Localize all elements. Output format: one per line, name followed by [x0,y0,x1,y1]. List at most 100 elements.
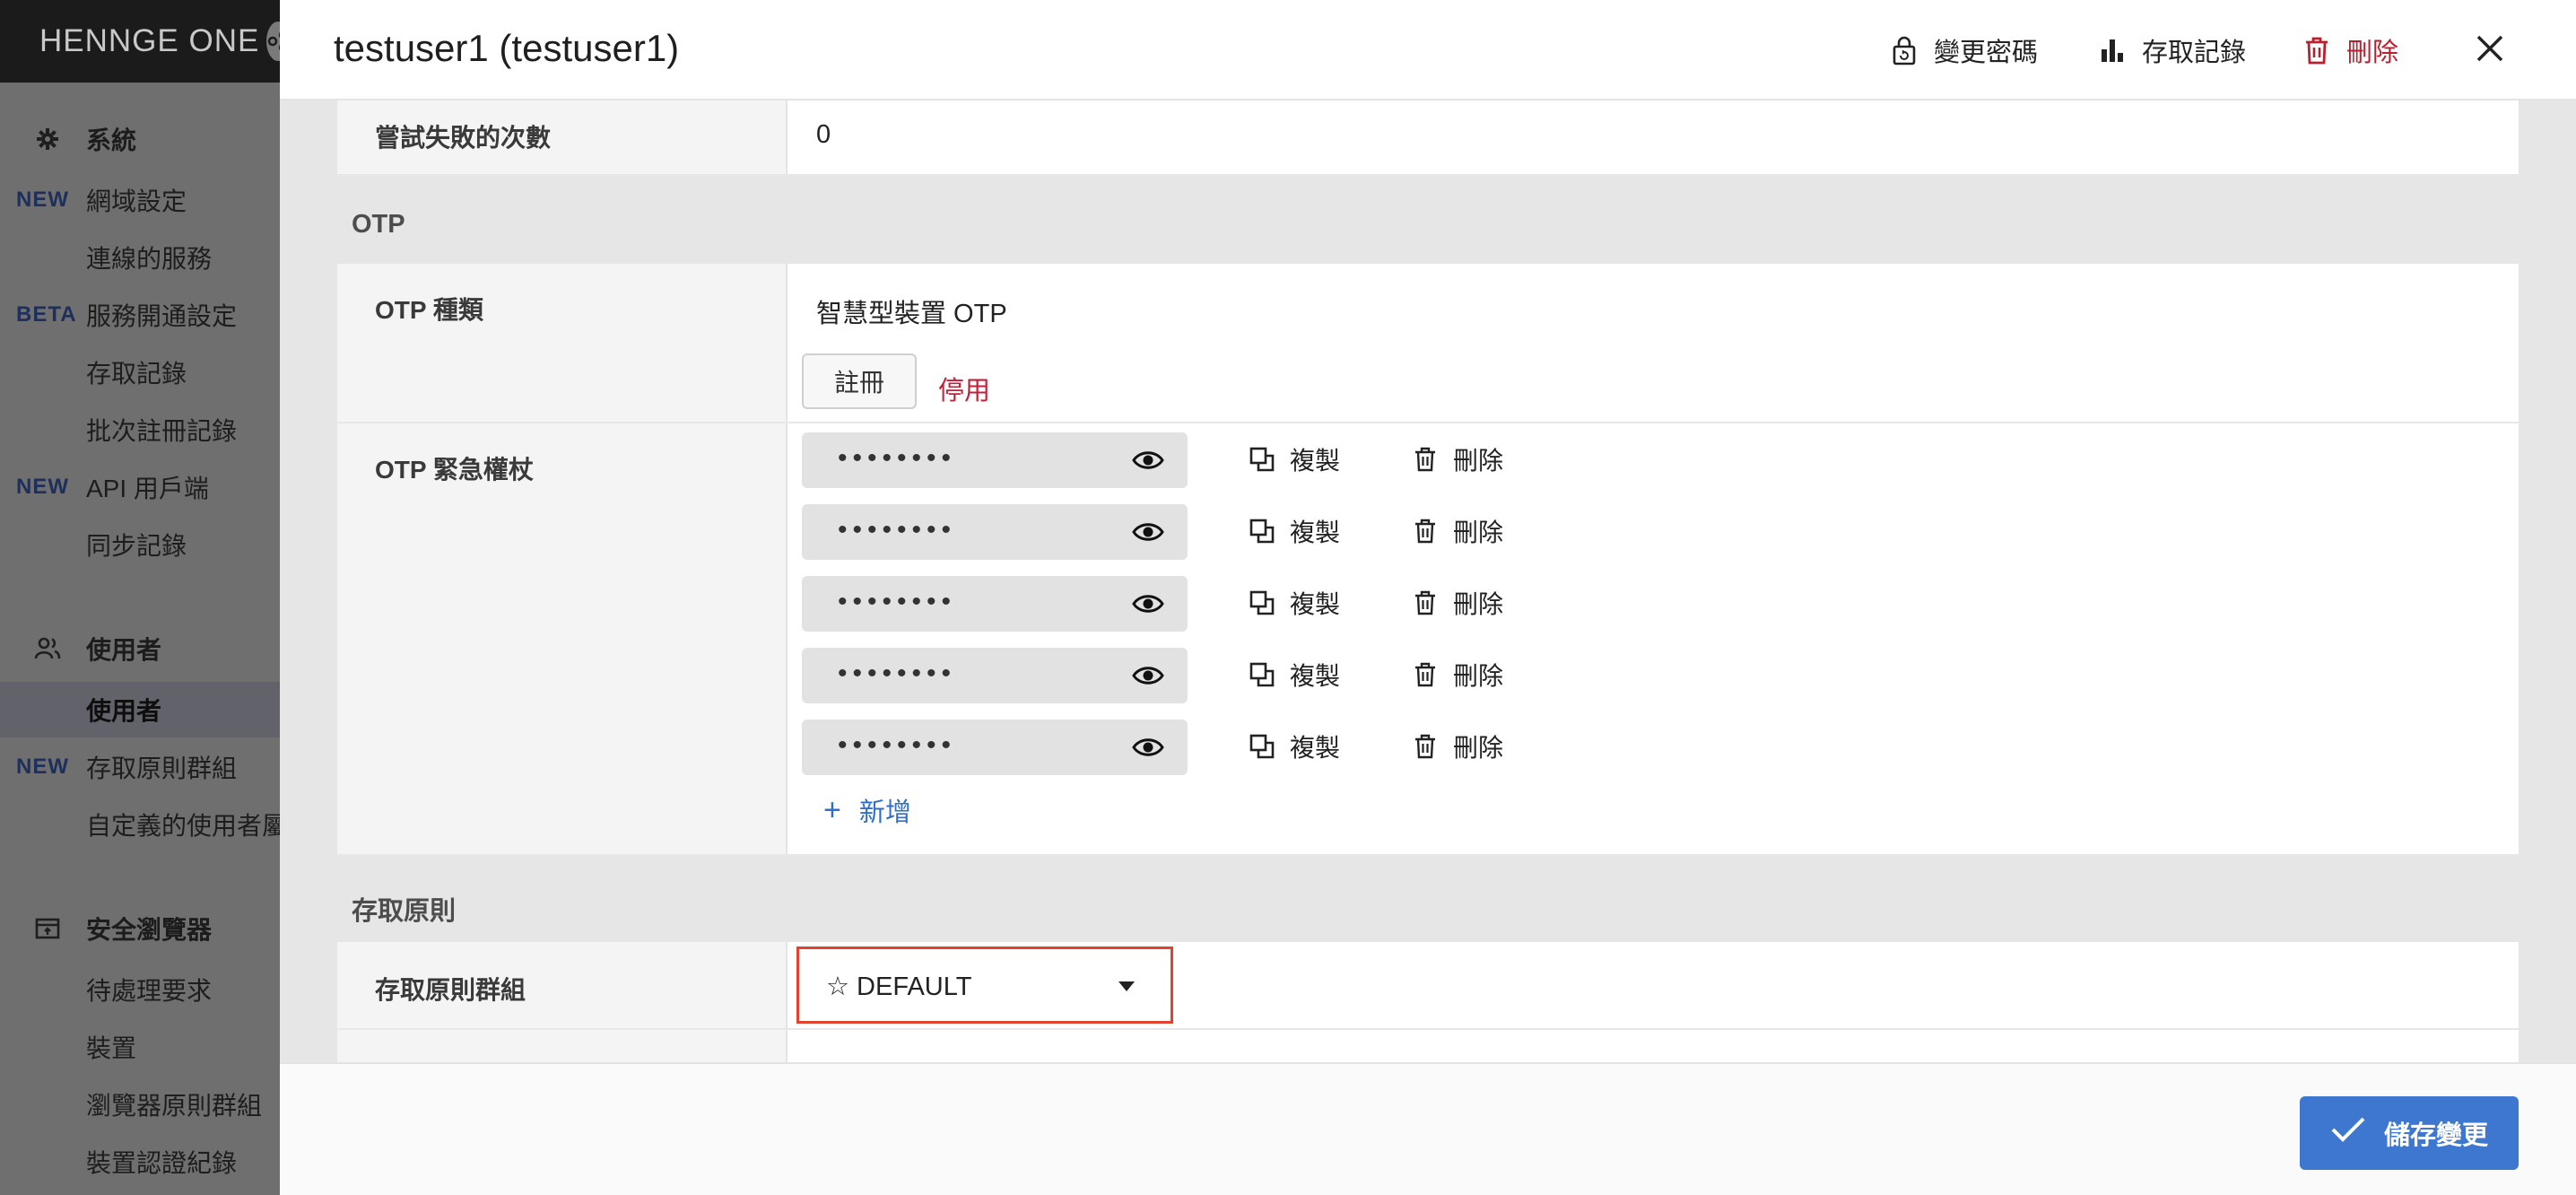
delete-token-button[interactable]: 刪除 [1412,585,1503,621]
emergency-token-field[interactable]: •••••••• [802,432,1188,488]
delete-user-button[interactable]: 刪除 [2302,29,2398,72]
access-policy-group-select[interactable]: ☆ DEFAULT [796,946,1173,1024]
sidebar-item-label: 使用者 [86,697,162,725]
sidebar-item-label: 存取原則群組 [86,755,238,782]
eye-icon[interactable] [1132,732,1164,763]
copy-icon [1249,589,1275,616]
modal-footer: 儲存變更 [280,1062,2576,1195]
change-password-button[interactable]: 變更密碼 [1889,29,2038,72]
sidebar-item-label: 批次註冊記錄 [86,417,238,445]
sidebar-item-connected-services[interactable]: 連線的服務 [0,230,280,285]
copy-icon [1249,518,1275,545]
emergency-token-field[interactable]: •••••••• [802,648,1188,703]
sidebar-section-users: 使用者 [0,628,280,669]
delete-token-button[interactable]: 刪除 [1412,441,1503,477]
sidebar-item-domain-settings[interactable]: NEW 網域設定 [0,172,280,228]
sidebar-item-label: 待處理要求 [86,977,213,1005]
trash-icon [1412,661,1439,688]
access-log-label: 存取記錄 [2142,39,2247,67]
sidebar-item-label: 裝置 [86,1034,137,1062]
otp-emergency-tokens-row: OTP 緊急權杖 •••••••• 複製 刪除 •••••••• 複製 刪除 •… [337,423,2519,856]
sidebar-item-access-policy-groups[interactable]: NEW 存取原則群組 [0,739,280,795]
sidebar-item-label: 自定義的使用者屬性 [86,812,280,840]
sidebar-item-api-clients[interactable]: NEW API 用戶端 [0,459,280,515]
lock-icon [1889,35,1919,65]
delete-label: 刪除 [1453,734,1504,762]
save-changes-button[interactable]: 儲存變更 [2300,1096,2519,1170]
delete-token-button[interactable]: 刪除 [1412,657,1503,693]
sidebar-item-access-log[interactable]: 存取記錄 [0,345,280,400]
emergency-token-field[interactable]: •••••••• [802,576,1188,632]
sidebar: HENNGE ONE 系統 NEW 網域設定 連線的服務 BETA 服務開通設定… [0,0,280,1195]
access-log-button[interactable]: 存取記錄 [2097,29,2246,72]
copy-label: 複製 [1290,447,1341,475]
close-icon [2476,34,2504,67]
copy-label: 複製 [1290,662,1341,690]
sidebar-item-bulk-registration-log[interactable]: 批次註冊記錄 [0,402,280,458]
sidebar-item-label: 存取記錄 [86,360,187,388]
copy-token-button[interactable]: 複製 [1249,585,1340,621]
brand-share-icon [266,22,280,61]
copy-icon [1249,733,1275,760]
brand-logo[interactable]: HENNGE ONE [0,0,280,83]
emergency-token-field[interactable]: •••••••• [802,504,1188,560]
copy-token-button[interactable]: 複製 [1249,657,1340,693]
trash-icon [2302,35,2332,65]
delete-user-label: 刪除 [2346,39,2399,67]
modal-title: testuser1 (testuser1) [334,27,680,69]
sidebar-item-pending-requests[interactable]: 待處理要求 [0,962,280,1017]
masked-token: •••••••• [838,515,957,545]
sidebar-item-device-auth-log[interactable]: 裝置認證紀錄 [0,1134,280,1190]
sidebar-item-devices[interactable]: 裝置 [0,1019,280,1075]
emergency-token-field[interactable]: •••••••• [802,720,1188,775]
eye-icon[interactable] [1132,660,1164,691]
register-otp-button[interactable]: 註冊 [802,353,918,409]
add-token-label: 新增 [858,798,911,827]
failed-attempts-label: 嘗試失敗的次數 [375,124,552,152]
failed-attempts-row: 嘗試失敗的次數 0 [337,100,2519,176]
new-badge: NEW [16,188,69,212]
trash-icon [1412,589,1439,616]
access-policy-group-row: 存取原則群組 ☆ DEFAULT [337,942,2519,1030]
copy-token-button[interactable]: 複製 [1249,513,1340,549]
masked-token: •••••••• [838,443,957,473]
eye-icon[interactable] [1132,589,1164,619]
sidebar-item-browser-policy-groups[interactable]: 瀏覽器原則群組 [0,1077,280,1132]
sidebar-item-label: 網域設定 [86,188,187,215]
sidebar-section-label: 安全瀏覽器 [86,916,213,944]
copy-token-button[interactable]: 複製 [1249,728,1340,764]
delete-token-button[interactable]: 刪除 [1412,728,1503,764]
new-badge: NEW [16,755,69,779]
sidebar-item-users[interactable]: 使用者 [0,682,280,737]
sidebar-item-custom-attributes[interactable]: 自定義的使用者屬性 [0,797,280,852]
masked-token: •••••••• [838,730,957,760]
new-badge: NEW [16,475,69,499]
save-changes-label: 儲存變更 [2383,1121,2488,1150]
delete-token-button[interactable]: 刪除 [1412,513,1503,549]
next-row-partial [337,1030,2519,1062]
copy-label: 複製 [1290,734,1341,762]
plus-icon: + [823,793,841,827]
disable-otp-link[interactable]: 停用 [938,370,990,407]
eye-icon[interactable] [1132,517,1164,547]
modal-body[interactable]: 嘗試失敗的次數 0 OTP OTP 種類 智慧型裝置 OTP 註冊 停用 OTP… [280,100,2576,1062]
select-value: ☆ DEFAULT [826,973,972,1001]
sidebar-item-sync-log[interactable]: 同步記錄 [0,517,280,572]
close-button[interactable] [2468,29,2511,72]
modal-header: testuser1 (testuser1) 變更密碼 存取記錄 刪除 [280,0,2576,100]
sidebar-item-provisioning[interactable]: BETA 服務開通設定 [0,287,280,343]
masked-token: •••••••• [838,659,957,688]
trash-icon [1412,518,1439,545]
sidebar-item-label: 同步記錄 [86,532,187,560]
sidebar-section-system: 系統 [0,118,280,160]
sidebar-section-label: 系統 [86,126,137,154]
failed-attempts-value: 0 [816,120,831,149]
otp-section-title: OTP [352,210,405,239]
bar-chart-icon [2097,35,2128,65]
sidebar-item-label: 裝置認證紀錄 [86,1149,238,1177]
eye-icon[interactable] [1132,445,1164,475]
copy-label: 複製 [1290,519,1341,546]
sidebar-item-label: API 用戶端 [86,475,209,502]
add-token-button[interactable]: + 新增 [823,791,911,829]
copy-token-button[interactable]: 複製 [1249,441,1340,477]
